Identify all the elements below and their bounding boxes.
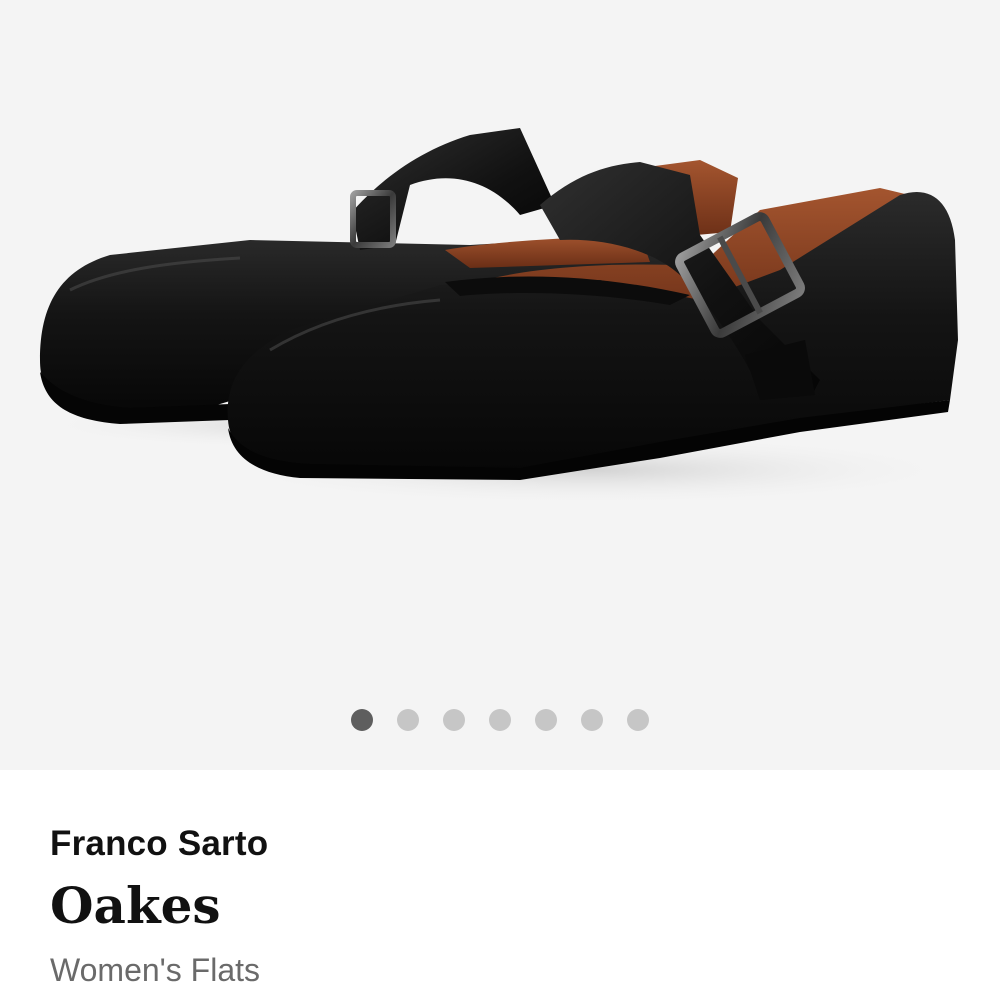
carousel-dot[interactable] [489, 709, 511, 731]
brand-link[interactable]: Franco Sarto [50, 824, 268, 864]
product-image[interactable] [0, 0, 1000, 700]
carousel-dot[interactable] [397, 709, 419, 731]
carousel-dot[interactable] [443, 709, 465, 731]
carousel-dot[interactable] [581, 709, 603, 731]
product-image-gallery[interactable] [0, 0, 1000, 770]
product-name: Oakes [50, 876, 221, 935]
carousel-dot[interactable] [535, 709, 557, 731]
product-info: Franco Sarto Oakes Women's Flats [0, 770, 1000, 1000]
product-category: Women's Flats [50, 952, 261, 988]
carousel-dot[interactable] [351, 709, 373, 731]
carousel-indicators [0, 709, 1000, 731]
carousel-dot[interactable] [627, 709, 649, 731]
